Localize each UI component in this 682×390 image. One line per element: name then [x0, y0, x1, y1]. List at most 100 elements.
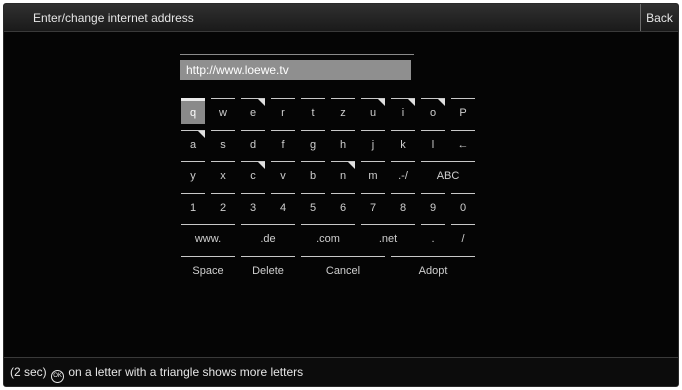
key-d[interactable]: d	[241, 129, 265, 156]
key-q[interactable]: q	[181, 98, 205, 124]
key-space[interactable]: Space	[181, 255, 235, 282]
key-label: w	[219, 107, 227, 119]
key-k[interactable]: k	[391, 129, 415, 156]
key-label: 1	[189, 201, 197, 214]
key-label: Delete	[252, 264, 284, 277]
key-m[interactable]: m	[361, 161, 385, 187]
key-6[interactable]: 6	[331, 192, 355, 219]
key-label: Space	[192, 264, 224, 277]
key-label: c	[250, 170, 256, 182]
key-9[interactable]: 9	[421, 192, 445, 219]
more-letters-triangle-icon	[198, 130, 205, 138]
address-input[interactable]: http://www.loewe.tv	[180, 60, 411, 80]
key-w[interactable]: w	[211, 98, 235, 124]
key-t[interactable]: t	[301, 98, 325, 124]
key-label: k	[400, 138, 406, 151]
key-delete[interactable]: Delete	[241, 255, 295, 282]
key-label: j	[371, 138, 375, 151]
key-sym4-5[interactable]: /	[451, 224, 475, 250]
key-label: v	[280, 170, 286, 182]
key-label: ←	[457, 138, 469, 151]
key-label: s	[220, 138, 226, 151]
key-label: r	[281, 107, 285, 119]
key-j[interactable]: j	[361, 129, 385, 156]
key-label: y	[190, 170, 196, 182]
on-screen-keyboard: q w e r t z u i o Pa s d f g h j k l ← y x c v b n m .-/ ABC 1 2 3 4 5 6 7…	[181, 98, 478, 287]
page-title: Enter/change internet address	[33, 11, 194, 25]
key-l[interactable]: l	[421, 129, 445, 156]
more-letters-triangle-icon	[258, 162, 265, 169]
ok-icon: OK	[51, 370, 65, 383]
key-sym4-4[interactable]: .	[421, 224, 445, 250]
key-3[interactable]: 3	[241, 192, 265, 219]
key-5[interactable]: 5	[301, 192, 325, 219]
key-cancel[interactable]: Cancel	[301, 255, 385, 282]
hint-suffix: on a letter with a triangle shows more l…	[68, 365, 304, 379]
key-label: 2	[219, 201, 227, 214]
key-o[interactable]: o	[421, 98, 445, 124]
more-letters-triangle-icon	[438, 99, 445, 106]
key-f[interactable]: f	[271, 129, 295, 156]
key-label: e	[249, 107, 257, 119]
key-label: /	[461, 233, 465, 245]
keyboard-row: y x c v b n m .-/ ABC	[181, 161, 478, 193]
key-label: u	[369, 107, 377, 119]
back-button[interactable]: Back	[640, 4, 678, 31]
key-s[interactable]: s	[211, 129, 235, 156]
key-i[interactable]: i	[391, 98, 415, 124]
key-label: .-/	[398, 170, 408, 182]
key-label: 4	[279, 201, 287, 214]
key-label: .net	[378, 233, 398, 245]
key-label: Cancel	[325, 264, 361, 277]
key-www[interactable]: www.	[181, 224, 235, 250]
key-r[interactable]: r	[271, 98, 295, 124]
key-label: .	[431, 233, 435, 245]
key-label: 7	[369, 201, 377, 214]
key-n[interactable]: n	[331, 161, 355, 187]
keyboard-row: a s d f g h j k l ←	[181, 129, 478, 162]
key-de[interactable]: .de	[241, 224, 295, 250]
key-u[interactable]: u	[361, 98, 385, 124]
hint-prefix: (2 sec)	[10, 365, 47, 379]
key-adopt[interactable]: Adopt	[391, 255, 475, 282]
key-label: 6	[339, 201, 347, 214]
key-a[interactable]: a	[181, 129, 205, 156]
key-c[interactable]: c	[241, 161, 265, 187]
key-label: 0	[459, 201, 467, 214]
key-p[interactable]: P	[451, 98, 475, 124]
key-0[interactable]: 0	[451, 192, 475, 219]
key-7[interactable]: 7	[361, 192, 385, 219]
key-e[interactable]: e	[241, 98, 265, 124]
key-2[interactable]: 2	[211, 192, 235, 219]
key-h[interactable]: h	[331, 129, 355, 156]
title-bar: Enter/change internet address Back	[4, 4, 678, 32]
key-label: g	[309, 138, 317, 151]
key-b[interactable]: b	[301, 161, 325, 187]
key-label: f	[281, 138, 285, 151]
key-label: b	[309, 170, 317, 182]
key-label: ABC	[436, 170, 460, 182]
hint-text: (2 sec) OK on a letter with a triangle s…	[10, 365, 303, 383]
key-label: n	[339, 170, 347, 182]
key-abc[interactable]: ABC	[421, 161, 475, 187]
keyboard-row: qwertzuioP	[181, 98, 478, 130]
key-label: P	[459, 107, 467, 119]
key-v[interactable]: v	[271, 161, 295, 187]
key-label: m	[368, 170, 378, 182]
key-x[interactable]: x	[211, 161, 235, 187]
key-z[interactable]: z	[331, 98, 355, 124]
key-label: .de	[260, 233, 276, 245]
key-y[interactable]: y	[181, 161, 205, 187]
key-label: l	[431, 138, 435, 151]
key-g[interactable]: g	[301, 129, 325, 156]
key-1[interactable]: 1	[181, 192, 205, 219]
key-sym1-9[interactable]: ←	[451, 129, 475, 156]
key-label: o	[429, 107, 437, 119]
key-8[interactable]: 8	[391, 192, 415, 219]
key-com[interactable]: .com	[301, 224, 355, 250]
browser-window: Enter/change internet address Back http:…	[3, 3, 679, 387]
key-net[interactable]: .net	[361, 224, 415, 250]
key-label: z	[340, 107, 346, 119]
key-sym2-7[interactable]: .-/	[391, 161, 415, 187]
key-4[interactable]: 4	[271, 192, 295, 219]
